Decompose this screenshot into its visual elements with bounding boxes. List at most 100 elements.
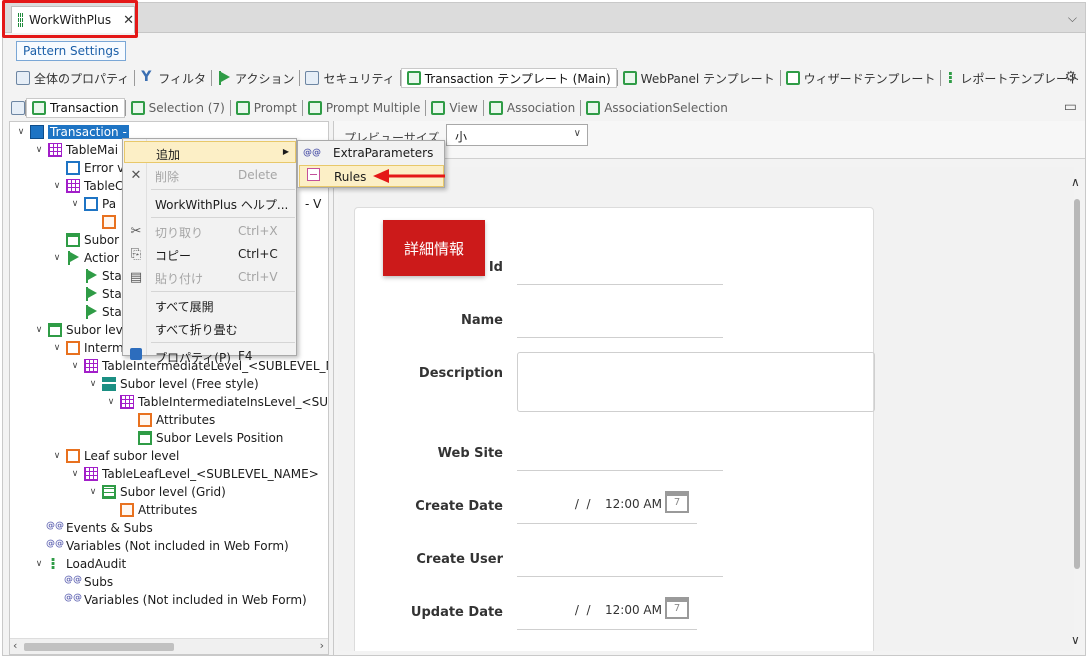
new-folder-icon[interactable]: ▭ — [1064, 99, 1077, 115]
field-input[interactable] — [517, 337, 723, 338]
toolbar-item[interactable]: WebPanel テンプレート — [618, 68, 780, 88]
toolbar-item[interactable]: ウィザードテンプレート — [781, 68, 941, 88]
tree-node[interactable]: ∨ Interm — [52, 339, 124, 357]
menu-shortcut: Ctrl+V — [238, 270, 278, 284]
tree-node[interactable]: ∨ Subor level (Free style) — [88, 375, 259, 393]
tree-node[interactable]: ∨ TableLeafLevel_<SUBLEVEL_NAME> — [70, 465, 319, 483]
tree-node[interactable]: ∨ TableIntermediateInsLevel_<SUBL — [106, 393, 328, 411]
properties-icon — [124, 348, 148, 364]
menu-item[interactable]: プロパティ(P) F4 — [124, 345, 296, 367]
rules-icon-glyph — [306, 168, 320, 181]
toolbar-item[interactable]: アクション — [212, 68, 299, 88]
tree-node[interactable]: ∨ TableMai — [34, 141, 118, 159]
menu-item[interactable]: すべて展開 — [124, 294, 296, 316]
tree-node[interactable] — [88, 213, 120, 231]
description-textarea[interactable] — [517, 352, 875, 412]
expand-toggle-icon[interactable]: ∨ — [70, 469, 80, 479]
expand-toggle-icon[interactable]: ∨ — [52, 253, 62, 263]
date-value: / / — [571, 603, 591, 617]
menu-item[interactable]: すべて折り畳む — [124, 317, 296, 339]
transaction-icon — [406, 71, 421, 85]
expand-toggle-icon[interactable]: ∨ — [52, 181, 62, 191]
menu-item[interactable]: ✂ 切り取り Ctrl+X — [124, 220, 296, 242]
tree-node[interactable]: ∨ Transaction - — [16, 123, 129, 141]
tab-prompt-multiple[interactable]: Prompt Multiple — [303, 98, 426, 118]
expand-toggle-icon[interactable]: ∨ — [88, 487, 98, 497]
tree-node[interactable]: Attributes — [106, 501, 197, 519]
tree-node[interactable]: ∨ LoadAudit — [34, 554, 127, 573]
time-value: 12:00 AM — [605, 497, 662, 511]
toolbar-item[interactable]: 全体のプロパティ — [11, 68, 134, 88]
events-icon — [46, 539, 64, 553]
free-style-icon — [102, 377, 116, 391]
field-input[interactable] — [517, 284, 723, 285]
expand-toggle-icon[interactable]: ∨ — [70, 199, 80, 209]
submenu-item[interactable]: @@ ExtraParameters — [299, 142, 444, 164]
tab-view[interactable]: View — [426, 98, 482, 118]
menu-item[interactable]: WorkWithPlus ヘルプ... — [124, 192, 296, 214]
tree-node[interactable]: Events & Subs — [34, 519, 153, 537]
date-input[interactable] — [517, 523, 697, 524]
tab-selection-7-[interactable]: Selection (7) — [126, 98, 230, 118]
calendar-icon[interactable]: 7 — [665, 491, 689, 513]
extra-parameters-icon: @@ — [303, 148, 321, 158]
tree-node[interactable]: ∨ TableC — [52, 177, 123, 195]
events-icon — [46, 521, 64, 535]
gear-icon[interactable]: ⚙ — [1064, 69, 1077, 85]
expand-toggle-icon[interactable]: ∨ — [34, 325, 44, 335]
toolbar-item[interactable]: フィルタ — [135, 68, 211, 88]
tab-transaction[interactable]: Transaction — [26, 98, 125, 118]
chevron-down-icon[interactable]: ⌵ — [1068, 11, 1077, 26]
tab-associationselection[interactable]: AssociationSelection — [581, 98, 733, 118]
tree-node[interactable]: Variables (Not included in Web Form) — [52, 591, 307, 609]
tree-node[interactable]: Variables (Not included in Web Form) — [34, 537, 289, 555]
field-input[interactable] — [517, 470, 723, 471]
tree-node[interactable]: Subor Levels Position — [124, 429, 283, 447]
expand-toggle-icon[interactable]: ∨ — [16, 127, 26, 137]
scroll-left-icon[interactable]: ‹ — [13, 639, 17, 652]
preview-size-select[interactable]: 小 ∨ — [446, 124, 588, 146]
expand-toggle-icon[interactable]: ∨ — [52, 343, 62, 353]
expand-toggle-icon[interactable]: ∨ — [34, 145, 44, 155]
tree-node[interactable]: Attributes — [124, 411, 215, 429]
tree-node[interactable]: ∨ Subor level (Grid) — [88, 483, 226, 501]
tree-node[interactable]: ∨ Subor lev — [34, 321, 123, 339]
tree-node[interactable]: ∨ Pa — [70, 195, 116, 213]
menu-item[interactable]: ⎘ コピー Ctrl+C — [124, 243, 296, 265]
field-input[interactable] — [517, 576, 723, 577]
menu-item[interactable]: 追加 ▶ — [124, 141, 296, 163]
calendar-icon[interactable]: 7 — [665, 597, 689, 619]
tab-prompt[interactable]: Prompt — [231, 98, 302, 118]
tree-node[interactable]: Subor — [52, 231, 119, 249]
properties-icon[interactable] — [11, 101, 25, 115]
toolbar-item[interactable]: セキュリティ — [300, 68, 399, 88]
tree-node[interactable]: Error v — [52, 159, 124, 177]
expand-toggle-icon[interactable]: ∨ — [88, 379, 98, 389]
tree-node[interactable]: ∨ Leaf subor level — [52, 447, 179, 465]
report-icon — [946, 68, 956, 87]
scroll-right-icon[interactable]: › — [320, 639, 324, 652]
tree-node[interactable]: Subs — [52, 573, 113, 591]
scroll-down-icon[interactable]: ∨ — [1071, 633, 1080, 647]
menu-item[interactable]: ✕ 削除 Delete — [124, 164, 296, 186]
scroll-thumb[interactable] — [24, 643, 174, 651]
field-label: Description — [418, 366, 503, 381]
tree-node[interactable]: ∨ Actior — [52, 249, 119, 267]
expand-toggle-icon[interactable]: ∨ — [106, 397, 116, 407]
tab-association[interactable]: Association — [484, 98, 580, 118]
expand-toggle-icon[interactable]: ∨ — [52, 451, 62, 461]
menu-item[interactable]: ▤ 貼り付け Ctrl+V — [124, 266, 296, 288]
tree-node[interactable]: Sta — [70, 285, 122, 303]
horizontal-scrollbar[interactable]: ‹ › — [10, 638, 328, 654]
scroll-thumb[interactable] — [1074, 199, 1080, 569]
tree-node[interactable]: Sta — [70, 267, 122, 285]
expand-toggle-icon[interactable]: ∨ — [70, 361, 80, 371]
expand-toggle-icon[interactable]: ∨ — [34, 559, 44, 569]
scroll-up-icon[interactable]: ∧ — [1071, 175, 1080, 189]
vertical-scrollbar[interactable]: ∧ ∨ — [1069, 167, 1085, 651]
toolbar-item[interactable]: レポートテンプレート — [941, 68, 1085, 88]
date-input[interactable] — [517, 629, 697, 630]
tree-node[interactable]: Sta — [70, 303, 122, 321]
toolbar-item[interactable]: Transaction テンプレート (Main) — [400, 68, 617, 88]
pattern-settings-button[interactable]: Pattern Settings — [16, 41, 127, 61]
